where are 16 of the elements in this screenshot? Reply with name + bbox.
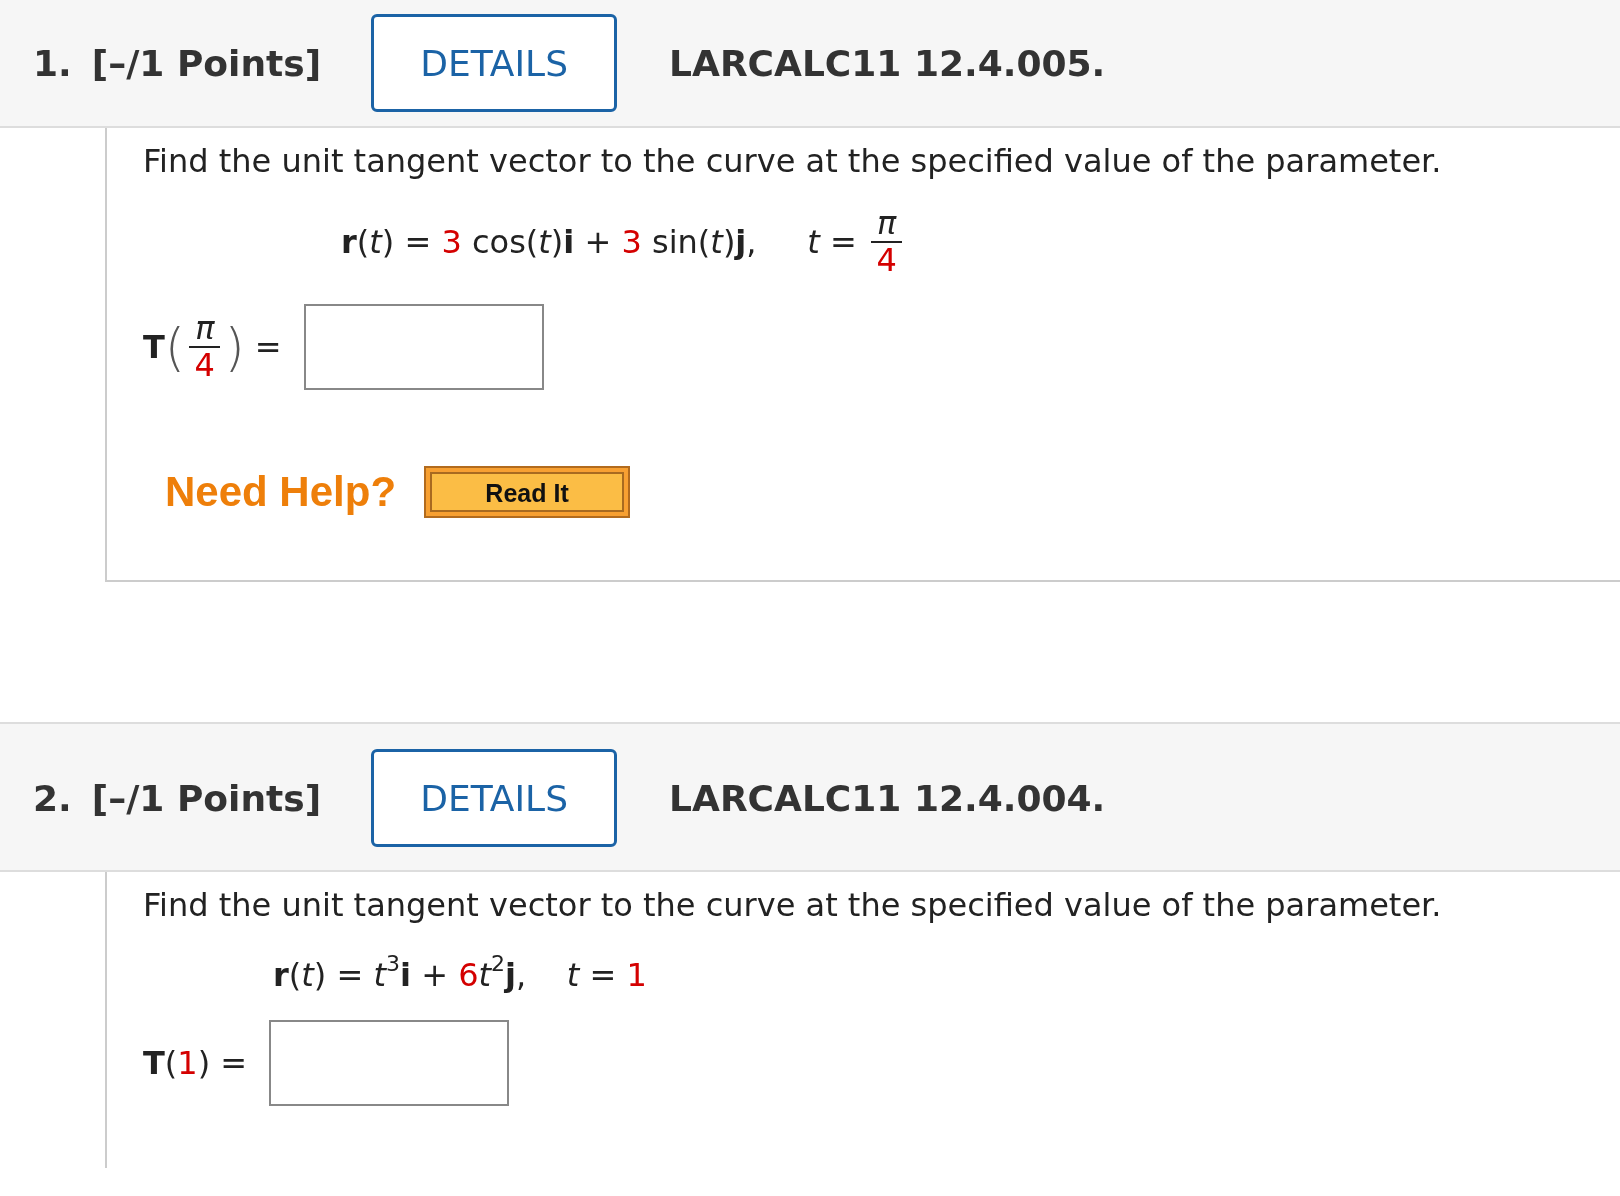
question-prompt: Find the unit tangent vector to the curve at the specified value of the parameter. (143, 886, 1443, 925)
problem-id: LARCALC11 12.4.005. (669, 42, 1106, 84)
details-button[interactable]: DETAILS (371, 14, 618, 112)
answer-field[interactable] (269, 1020, 510, 1107)
formula: r(t) = t$^{3}$i + 6t$^{2}$j, t = 1 (273, 956, 647, 995)
details-button[interactable]: DETAILS (371, 749, 618, 848)
read-it-button[interactable]: Read It (424, 466, 631, 519)
question-number: 1. (33, 42, 72, 84)
problem-id: LARCALC11 12.4.004. (669, 777, 1106, 819)
points-label: [–/1 Points] (91, 777, 322, 819)
points-label: [–/1 Points] (91, 42, 322, 84)
answer-label: T(1) = (143, 1044, 249, 1083)
need-help-label: Need Help? (165, 468, 397, 517)
question-prompt: Find the unit tangent vector to the curve at the specified value of the parameter. (143, 142, 1443, 180)
answer-field[interactable] (303, 304, 544, 391)
question-number: 2. (33, 777, 72, 819)
